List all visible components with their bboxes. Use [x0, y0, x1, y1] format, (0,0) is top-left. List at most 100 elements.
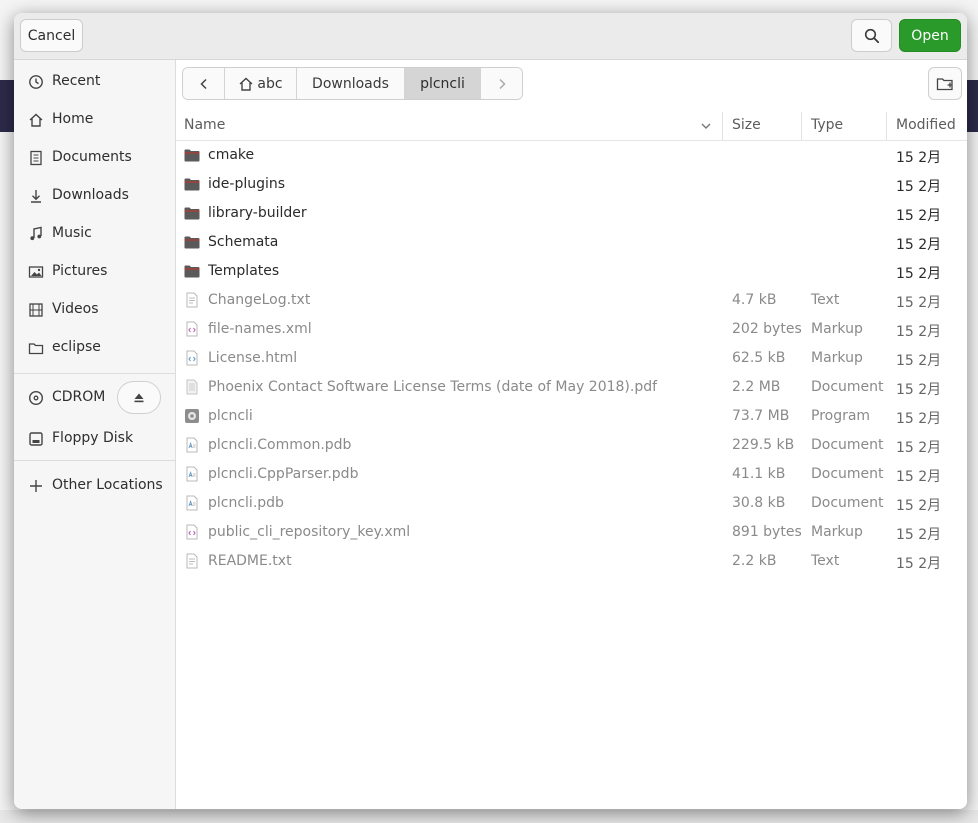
file-row[interactable]: file-names.xml 202 bytes Markup 15 2月 [176, 315, 967, 344]
download-icon [28, 188, 44, 204]
file-row[interactable]: public_cli_repository_key.xml 891 bytes Ma… [176, 518, 967, 547]
sidebar-item-pictures[interactable]: Pictures [14, 257, 175, 287]
folder-row[interactable]: cmake 15 2月 [176, 141, 967, 170]
file-size: 891 bytes [732, 524, 802, 540]
column-header-modified[interactable]: Modified [896, 117, 956, 133]
column-header-name[interactable]: Name [184, 117, 225, 133]
folder-icon [184, 147, 200, 163]
chevron-right-icon [498, 78, 506, 89]
sidebar-separator [14, 460, 175, 461]
file-size: 30.8 kB [732, 495, 786, 511]
file-modified: 15 2月 [896, 440, 942, 456]
file-row[interactable]: ChangeLog.txt 4.7 kB Text 15 2月 [176, 286, 967, 315]
file-row[interactable]: plcncli 73.7 MB Program 15 2月 [176, 402, 967, 431]
file-modified: 15 2月 [896, 353, 942, 369]
file-name: plcncli.pdb [208, 495, 284, 511]
sidebar-item-label: Videos [52, 301, 99, 317]
file-modified: 15 2月 [896, 179, 942, 195]
sidebar-separator [14, 373, 175, 374]
sidebar-item-recent[interactable]: Recent [14, 67, 175, 97]
file-type: Markup [811, 524, 863, 540]
folder-row[interactable]: ide-plugins 15 2月 [176, 170, 967, 199]
breadcrumb-segment-home[interactable]: abc [225, 68, 297, 99]
eject-button[interactable] [117, 381, 161, 414]
sidebar-item-label: Recent [52, 73, 101, 89]
folder-icon [184, 263, 200, 279]
breadcrumb-segment-downloads[interactable]: Downloads [297, 68, 405, 99]
file-row[interactable]: plcncli.pdb 30.8 kB Document 15 2月 [176, 489, 967, 518]
sidebar-item-videos[interactable]: Videos [14, 295, 175, 325]
html-file-icon [184, 350, 200, 366]
file-modified: 15 2月 [896, 266, 942, 282]
open-button[interactable]: Open [899, 19, 961, 52]
sidebar-item-home[interactable]: Home [14, 105, 175, 135]
file-name: plcncli.CppParser.pdb [208, 466, 359, 482]
column-header-type[interactable]: Type [811, 117, 843, 133]
breadcrumb-segment-current[interactable]: plcncli [405, 68, 481, 99]
new-folder-button[interactable] [928, 67, 962, 100]
file-modified: 15 2月 [896, 469, 942, 485]
file-name: ide-plugins [208, 176, 286, 192]
xml-file-icon [184, 524, 200, 540]
sidebar-item-other-locations[interactable]: Other Locations [14, 471, 175, 501]
picture-icon [28, 264, 44, 280]
column-divider [801, 112, 802, 140]
file-row[interactable]: plcncli.Common.pdb 229.5 kB Document 15 2月 [176, 431, 967, 460]
document-file-icon [184, 437, 200, 453]
home-icon [28, 112, 44, 128]
sidebar-item-label: Pictures [52, 263, 108, 279]
file-type: Program [811, 408, 871, 424]
plus-icon [28, 478, 44, 494]
xml-file-icon [184, 321, 200, 337]
sidebar-item-floppy-disk[interactable]: Floppy Disk [14, 424, 175, 454]
sidebar-item-cdrom[interactable]: CDROM [14, 383, 114, 413]
file-name: License.html [208, 350, 298, 366]
search-button[interactable] [851, 19, 892, 52]
eject-icon [134, 393, 144, 402]
film-icon [28, 302, 44, 318]
file-name: cmake [208, 147, 255, 163]
file-row[interactable]: Phoenix Contact Software License Terms (… [176, 373, 967, 402]
file-row[interactable]: License.html 62.5 kB Markup 15 2月 [176, 344, 967, 373]
sidebar-item-music[interactable]: Music [14, 219, 175, 249]
sidebar-item-documents[interactable]: Documents [14, 143, 175, 173]
column-header-size[interactable]: Size [732, 117, 761, 133]
file-name: Templates [208, 263, 280, 279]
folder-icon [184, 205, 200, 221]
breadcrumb: abc Downloads plcncli [182, 67, 523, 100]
sidebar-item-eclipse[interactable]: eclipse [14, 333, 175, 363]
document-icon [28, 150, 44, 166]
file-row[interactable]: plcncli.CppParser.pdb 41.1 kB Document 15 2… [176, 460, 967, 489]
file-row[interactable]: README.txt 2.2 kB Text 15 2月 [176, 547, 967, 576]
clock-icon [28, 74, 44, 90]
cancel-button[interactable]: Cancel [20, 19, 83, 52]
pdf-file-icon [184, 379, 200, 395]
file-name: public_cli_repository_key.xml [208, 524, 411, 540]
drive-icon [28, 431, 44, 447]
file-type: Text [811, 553, 840, 569]
file-name: plcncli.Common.pdb [208, 437, 352, 453]
breadcrumb-label: Downloads [312, 75, 389, 92]
document-file-icon [184, 495, 200, 511]
new-folder-icon [936, 77, 953, 90]
folder-row[interactable]: Templates 15 2月 [176, 257, 967, 286]
sidebar-item-label: Downloads [52, 187, 129, 203]
folder-row[interactable]: library-builder 15 2月 [176, 199, 967, 228]
file-browser: abc Downloads plcncli Name Size Type Mod… [176, 60, 967, 809]
dialog-header: Cancel Open [14, 13, 967, 60]
folder-icon [184, 234, 200, 250]
sidebar-item-label: Other Locations [52, 477, 163, 493]
forward-arrow-button[interactable] [481, 68, 522, 99]
back-arrow-button[interactable] [183, 68, 225, 99]
sidebar-item-downloads[interactable]: Downloads [14, 181, 175, 211]
file-name: file-names.xml [208, 321, 312, 337]
disc-icon [28, 390, 44, 406]
file-name: ChangeLog.txt [208, 292, 311, 308]
sidebar-item-label: Music [52, 225, 92, 241]
file-type: Document [811, 466, 884, 482]
file-name: library-builder [208, 205, 307, 221]
file-size: 41.1 kB [732, 466, 786, 482]
folder-row[interactable]: Schemata 15 2月 [176, 228, 967, 257]
file-type: Document [811, 379, 884, 395]
file-size: 62.5 kB [732, 350, 786, 366]
